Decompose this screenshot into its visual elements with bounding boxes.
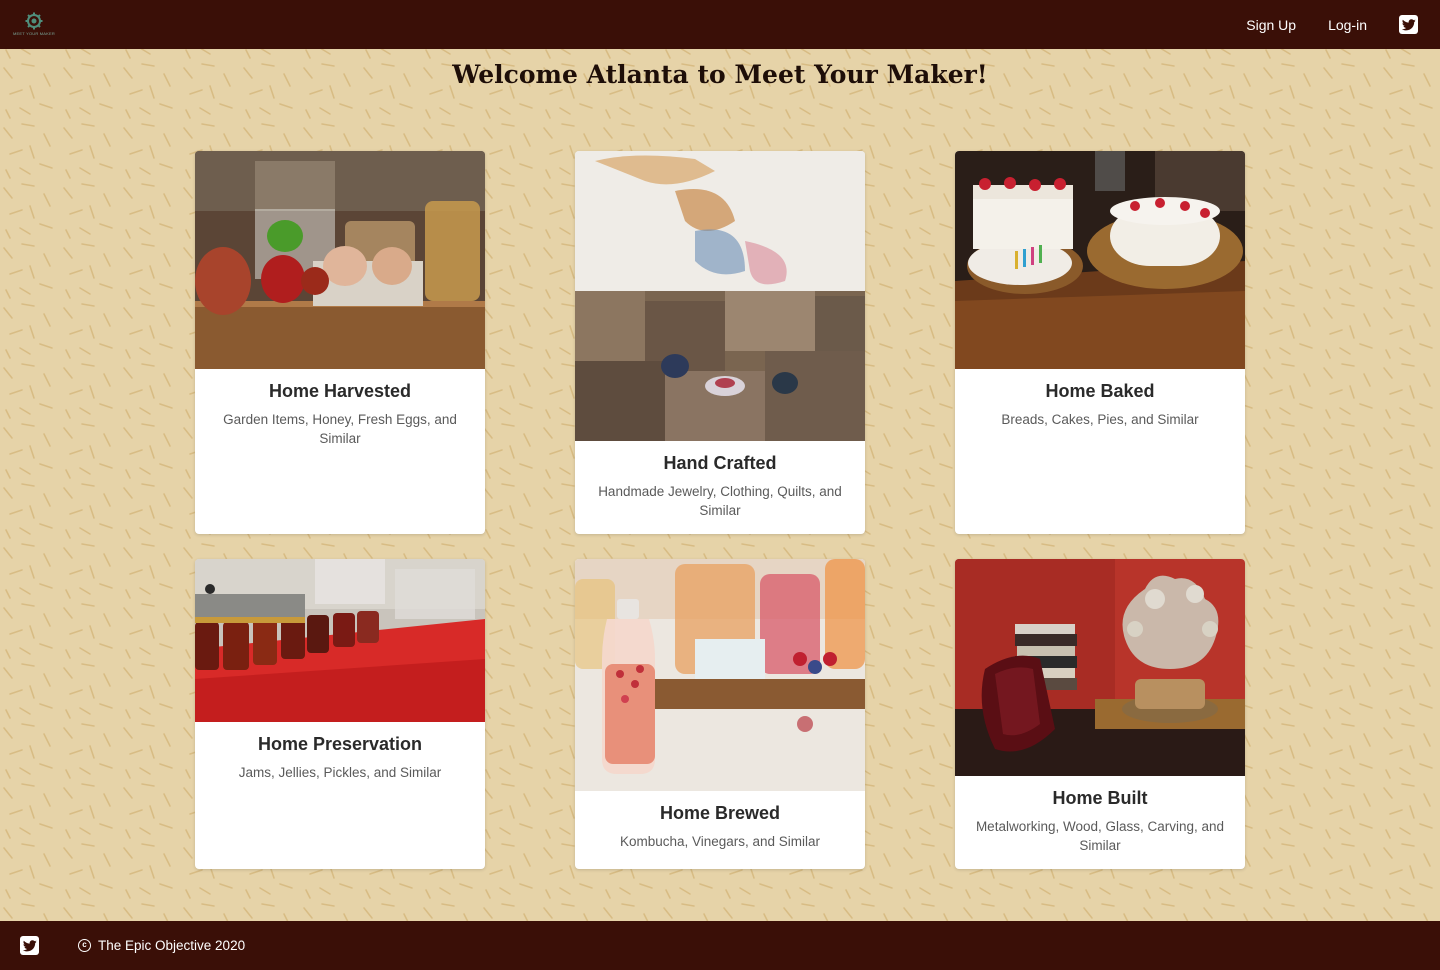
- gear-leaf-logo-icon: [25, 12, 43, 30]
- card-description: Handmade Jewelry, Clothing, Quilts, and …: [598, 484, 842, 518]
- card-image: [195, 559, 485, 722]
- copyright: c The Epic Objective 2020: [78, 921, 245, 970]
- card-description: Metalworking, Wood, Glass, Carving, and …: [975, 819, 1225, 853]
- card-image: [195, 151, 485, 369]
- card-title: Home Built: [1052, 788, 1148, 808]
- card-title: Home Brewed: [659, 803, 781, 823]
- twitter-icon[interactable]: [1399, 15, 1418, 34]
- copyright-icon: c: [78, 939, 91, 952]
- twitter-icon[interactable]: [20, 936, 39, 955]
- top-navbar: MEET YOUR MAKER Sign Up Log-in: [0, 0, 1440, 49]
- category-card-home-baked[interactable]: Home Baked Breads, Cakes, Pies, and Simi…: [955, 151, 1245, 534]
- login-link[interactable]: Log-in: [1328, 17, 1367, 33]
- card-image: [955, 151, 1245, 369]
- copyright-text: The Epic Objective 2020: [98, 938, 246, 953]
- card-image: [575, 151, 865, 441]
- category-card-home-harvested[interactable]: Home Harvested Garden Items, Honey, Fres…: [195, 151, 485, 534]
- card-title: Home Baked: [1045, 381, 1155, 401]
- category-card-home-brewed[interactable]: Home Brewed Kombucha, Vinegars, and Simi…: [575, 559, 865, 869]
- category-card-home-built[interactable]: Home Built Metalworking, Wood, Glass, Ca…: [955, 559, 1245, 869]
- card-title: Home Harvested: [268, 381, 412, 401]
- category-card-hand-crafted[interactable]: Hand Crafted Handmade Jewelry, Clothing,…: [575, 151, 865, 534]
- footer: c The Epic Objective 2020: [0, 921, 1440, 970]
- card-description: Kombucha, Vinegars, and Similar: [619, 834, 821, 849]
- card-image: [955, 559, 1245, 776]
- card-description: Breads, Cakes, Pies, and Similar: [1001, 412, 1199, 427]
- card-title: Home Preservation: [257, 734, 423, 754]
- category-card-home-preservation[interactable]: Home Preservation Jams, Jellies, Pickles…: [195, 559, 485, 869]
- page-title: Welcome Atlanta to Meet Your Maker!: [452, 60, 988, 89]
- logo-text: MEET YOUR MAKER: [13, 31, 55, 36]
- site-logo[interactable]: MEET YOUR MAKER: [13, 10, 55, 38]
- card-description: Garden Items, Honey, Fresh Eggs, and Sim…: [223, 412, 457, 446]
- header-nav: Sign Up Log-in: [1246, 0, 1418, 49]
- card-title: Hand Crafted: [663, 453, 777, 473]
- card-description: Jams, Jellies, Pickles, and Similar: [238, 765, 442, 780]
- card-image: [575, 559, 865, 791]
- signup-link[interactable]: Sign Up: [1246, 17, 1296, 33]
